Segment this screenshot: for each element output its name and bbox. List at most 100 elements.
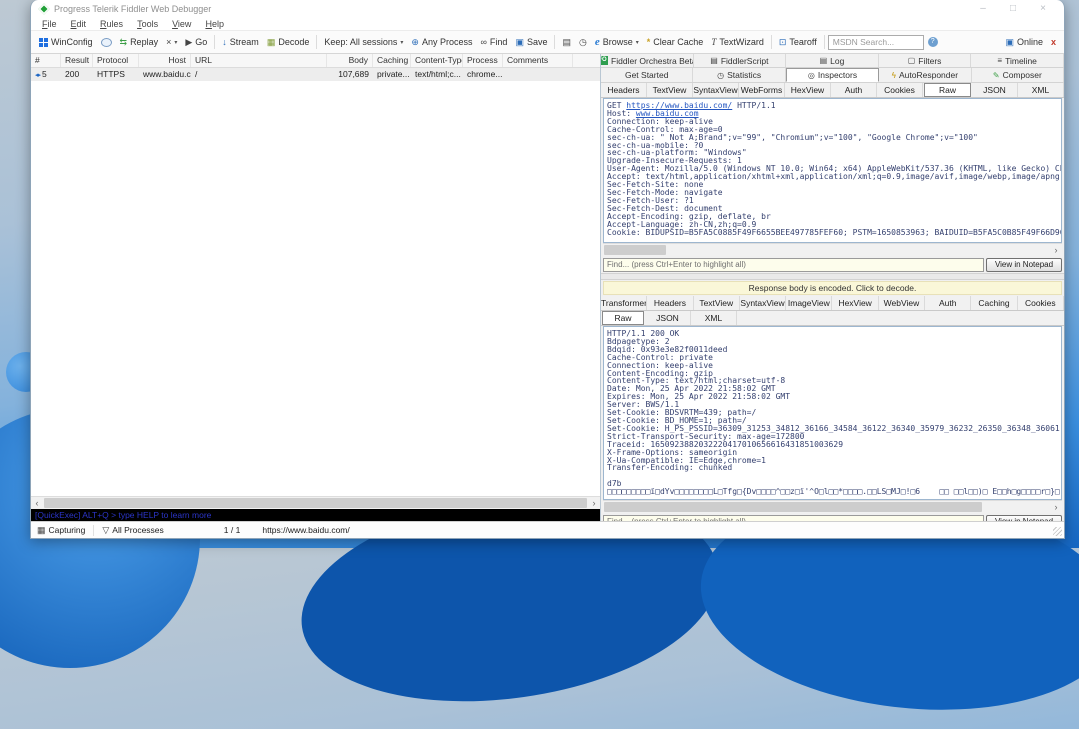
- column-header-process[interactable]: Process: [463, 54, 503, 67]
- column-header-host[interactable]: Host: [139, 54, 191, 67]
- textwizard-button[interactable]: T TextWizard: [707, 37, 768, 47]
- go-play-icon: ▶: [185, 37, 193, 47]
- tab-fiddler-orchestra[interactable]: FO Fiddler Orchestra Beta: [601, 54, 694, 67]
- request-tab-hexview[interactable]: HexView: [785, 83, 831, 97]
- response-tab-auth[interactable]: Auth: [925, 296, 972, 310]
- tab-log[interactable]: ▤ Log: [786, 54, 879, 67]
- request-raw-hscrollbar[interactable]: ›: [603, 243, 1062, 256]
- scrollbar-thumb[interactable]: [604, 245, 666, 255]
- menu-help[interactable]: Help: [198, 19, 231, 29]
- minimize-button[interactable]: –: [968, 1, 998, 17]
- column-header-number[interactable]: #: [31, 54, 61, 67]
- quickexec-input[interactable]: [QuickExec] ALT+Q > type HELP to learn m…: [31, 509, 600, 521]
- save-button[interactable]: ▣ Save: [511, 37, 551, 47]
- decode-button[interactable]: ▦ Decode: [263, 37, 314, 47]
- request-response-splitter[interactable]: [601, 273, 1064, 280]
- response-tab-syntaxview[interactable]: SyntaxView: [740, 296, 787, 310]
- resize-grip[interactable]: [1053, 527, 1062, 536]
- tab-inspectors[interactable]: ◎ Inspectors: [785, 68, 880, 82]
- request-tab-auth[interactable]: Auth: [831, 83, 877, 97]
- request-tab-json[interactable]: JSON: [972, 83, 1018, 97]
- response-encoded-notice[interactable]: Response body is encoded. Click to decod…: [603, 281, 1062, 295]
- menu-file[interactable]: File: [35, 19, 64, 29]
- column-header-protocol[interactable]: Protocol: [93, 54, 139, 67]
- response-tab-textview[interactable]: TextView: [694, 296, 740, 310]
- menu-tools[interactable]: Tools: [130, 19, 165, 29]
- request-tab-webforms[interactable]: WebForms: [739, 83, 785, 97]
- find-button[interactable]: ∞ Find: [477, 37, 512, 47]
- scroll-left-arrow-icon[interactable]: ‹: [31, 498, 43, 509]
- tab-autoresponder[interactable]: ϟ AutoResponder: [879, 68, 972, 82]
- column-header-comments[interactable]: Comments: [503, 54, 573, 67]
- camera-icon: ▤: [562, 37, 571, 47]
- close-button[interactable]: ×: [1028, 1, 1058, 17]
- keep-sessions-dropdown[interactable]: Keep: All sessions ▾: [320, 37, 407, 47]
- scroll-right-arrow-icon[interactable]: ›: [1050, 502, 1062, 513]
- remove-sessions-button[interactable]: × ▾: [162, 37, 181, 47]
- request-tab-textview[interactable]: TextView: [647, 83, 693, 97]
- menu-view[interactable]: View: [165, 19, 198, 29]
- request-view-in-notepad-button[interactable]: View in Notepad: [986, 257, 1062, 272]
- response-tab-hexview[interactable]: HexView: [832, 296, 879, 310]
- request-tab-raw[interactable]: Raw: [924, 83, 971, 97]
- tab-fiddlerscript[interactable]: ▤ FiddlerScript: [694, 54, 787, 67]
- menu-edit[interactable]: Edit: [64, 19, 94, 29]
- clock-icon: ◷: [578, 37, 587, 47]
- request-tab-cookies[interactable]: Cookies: [877, 83, 923, 97]
- go-button[interactable]: ▶ Go: [181, 37, 211, 47]
- scrollbar-thumb[interactable]: [44, 498, 587, 508]
- maximize-button[interactable]: □: [998, 1, 1028, 17]
- session-arrows-icon: ◂▸: [35, 72, 41, 79]
- help-button[interactable]: ?: [924, 37, 942, 47]
- response-tab-headers[interactable]: Headers: [647, 296, 694, 310]
- scroll-right-arrow-icon[interactable]: ›: [588, 498, 600, 509]
- column-header-content-type[interactable]: Content-Type: [411, 54, 463, 67]
- tearoff-button[interactable]: ⊡ Tearoff: [775, 37, 821, 47]
- toolbar-close-button[interactable]: x: [1047, 37, 1060, 47]
- request-find-input[interactable]: [603, 257, 984, 272]
- comment-button[interactable]: [97, 37, 116, 47]
- timer-button[interactable]: ◷: [575, 37, 591, 47]
- tab-statistics[interactable]: ◷ Statistics: [693, 68, 786, 82]
- response-tab-imageview[interactable]: ImageView: [786, 296, 833, 310]
- msdn-search-input[interactable]: MSDN Search...: [827, 34, 924, 50]
- response-raw-view[interactable]: HTTP/1.1 200 OK Bdpagetype: 2 Bdqid: 0x9…: [603, 326, 1062, 500]
- scrollbar-thumb[interactable]: [604, 502, 982, 512]
- replay-button[interactable]: ⇆ Replay: [116, 37, 163, 47]
- session-list-hscrollbar[interactable]: ‹ ›: [31, 496, 600, 509]
- column-header-caching[interactable]: Caching: [373, 54, 411, 67]
- process-filter-toggle[interactable]: ▽ All Processes: [102, 525, 163, 535]
- browse-button[interactable]: e Browse ▾: [591, 37, 643, 48]
- textwizard-t-icon: T: [711, 37, 717, 47]
- tab-filters[interactable]: ▢ Filters: [879, 54, 972, 67]
- response-tab-json[interactable]: JSON: [645, 311, 691, 325]
- response-tab-transformer[interactable]: Transformer: [601, 296, 648, 310]
- column-header-result[interactable]: Result: [61, 54, 93, 67]
- response-tab-xml[interactable]: XML: [691, 311, 737, 325]
- tab-composer[interactable]: ✎ Composer: [972, 68, 1064, 82]
- response-tab-webview[interactable]: WebView: [879, 296, 926, 310]
- clear-cache-button[interactable]: * Clear Cache: [643, 37, 708, 47]
- stream-button[interactable]: ↓ Stream: [218, 37, 263, 47]
- response-tab-caching[interactable]: Caching: [971, 296, 1018, 310]
- session-row[interactable]: ◂▸5 200 HTTPS www.baidu.com / 107,689 pr…: [31, 68, 600, 81]
- tab-get-started[interactable]: Get Started: [601, 68, 694, 82]
- menu-bar: File Edit Rules Tools View Help: [31, 17, 1064, 30]
- any-process-button[interactable]: ⊕ Any Process: [407, 37, 476, 47]
- response-tab-raw[interactable]: Raw: [602, 311, 644, 325]
- scroll-right-arrow-icon[interactable]: ›: [1050, 245, 1062, 256]
- column-header-body[interactable]: Body: [327, 54, 373, 67]
- request-tab-headers[interactable]: Headers: [601, 83, 647, 97]
- winconfig-button[interactable]: WinConfig: [35, 37, 97, 47]
- request-tab-xml[interactable]: XML: [1018, 83, 1064, 97]
- response-tab-cookies[interactable]: Cookies: [1018, 296, 1064, 310]
- menu-rules[interactable]: Rules: [93, 19, 130, 29]
- online-indicator[interactable]: ▣ Online: [1001, 37, 1047, 47]
- response-raw-hscrollbar[interactable]: ›: [603, 500, 1062, 513]
- screenshot-button[interactable]: ▤: [558, 37, 575, 47]
- tab-timeline[interactable]: ≡ Timeline: [971, 54, 1064, 67]
- request-tab-syntaxview[interactable]: SyntaxView: [693, 83, 739, 97]
- request-raw-view[interactable]: GET https://www.baidu.com/ HTTP/1.1 Host…: [603, 98, 1062, 243]
- capturing-toggle[interactable]: ▦ Capturing: [37, 525, 85, 535]
- column-header-url[interactable]: URL: [191, 54, 327, 67]
